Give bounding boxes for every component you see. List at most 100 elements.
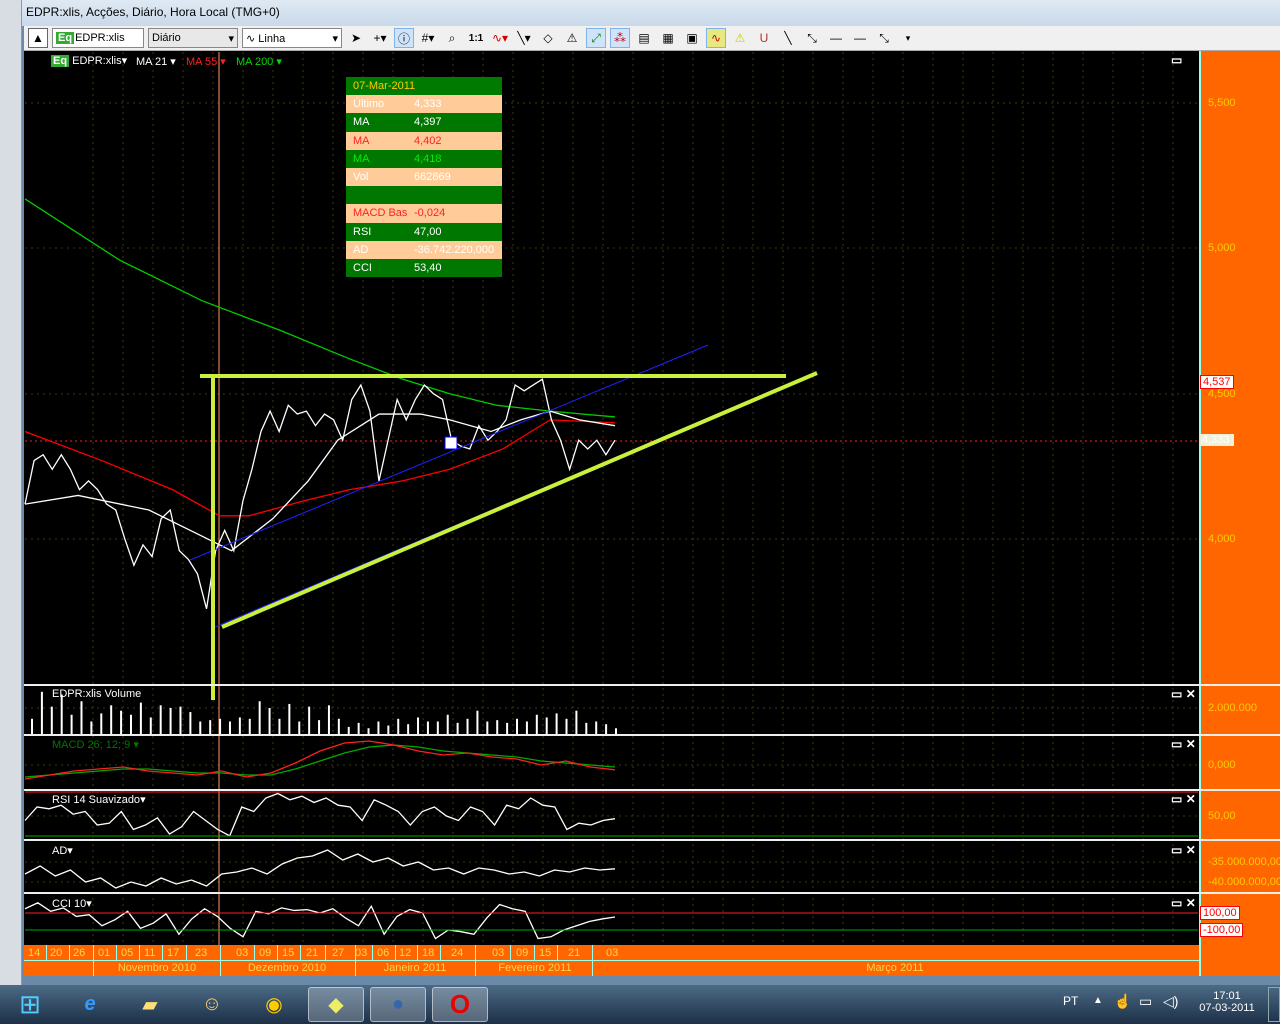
volume-bar (318, 720, 321, 735)
volume-bar (525, 721, 528, 735)
indicator-series (24, 691, 617, 940)
date-separator (325, 945, 326, 960)
month-label: Março 2011 (866, 962, 924, 974)
legend-symbol[interactable]: Eq EDPR:xlis▾ (51, 54, 127, 67)
info-row: MACD Bas -0,024 (346, 204, 502, 223)
file-explorer-icon[interactable]: ▰ (122, 987, 178, 1022)
trading-app-icon[interactable]: ● (370, 987, 426, 1022)
info-label: MACD Bas (353, 207, 408, 220)
date-axis[interactable]: 14 20 26 01 05 11 17 23 03 09 15 21 27 03 06 12 18 24 03 09… (24, 945, 1199, 976)
panel-divider[interactable] (24, 684, 1280, 686)
taskbar-app-icon[interactable]: ◆ (308, 987, 364, 1022)
date-tick: 18 (422, 947, 435, 959)
price-tick: 5,500 (1208, 97, 1236, 109)
event-marker-icon[interactable] (444, 436, 458, 450)
date-separator (300, 945, 301, 960)
start-button-icon[interactable]: ⊞ (2, 987, 58, 1022)
grid-lines (25, 52, 1198, 945)
volume-bar (199, 721, 202, 735)
volume-tick: 2.000.000 (1208, 702, 1257, 714)
panel-divider[interactable] (24, 892, 1280, 894)
show-desktop-button[interactable] (1268, 987, 1280, 1022)
month-separator (355, 960, 356, 976)
month-label: Dezembro 2010 (247, 962, 327, 974)
ma21-line (24, 410, 616, 552)
cci-panel-title[interactable]: CCI 10▾ (52, 897, 92, 910)
date-separator (162, 945, 163, 960)
volume-bar (555, 713, 558, 735)
close-icon[interactable]: ✕ (1186, 792, 1196, 806)
volume-bar (60, 694, 63, 735)
close-icon[interactable]: ✕ (1186, 843, 1196, 857)
internet-explorer-icon[interactable]: e (62, 987, 118, 1022)
date-separator (395, 945, 396, 960)
date-separator (46, 945, 47, 960)
user-app-icon[interactable]: ☺ (184, 987, 240, 1022)
language-indicator[interactable]: PT (1063, 994, 1078, 1008)
volume-bar (80, 701, 83, 735)
date-separator (69, 945, 70, 960)
media-player-icon[interactable]: ◉ (246, 987, 302, 1022)
date-tick: 27 (332, 947, 345, 959)
volume-bar (268, 708, 271, 735)
panel-buttons: ▭ ✕ (1171, 687, 1196, 701)
date-separator (254, 945, 255, 960)
info-row: Último 4,333 (346, 95, 502, 114)
volume-bar (288, 703, 291, 735)
info-value: -36.742.220,000 (414, 243, 495, 256)
date-axis-divider (24, 960, 1199, 961)
tray-app-icon[interactable]: ☝ (1114, 993, 1131, 1010)
volume-bar (209, 720, 212, 735)
volume-bar (426, 721, 429, 735)
date-tick: 03 (492, 947, 505, 959)
close-icon[interactable]: ✕ (1186, 687, 1196, 701)
opera-icon[interactable]: O (432, 987, 488, 1022)
ad-panel-title[interactable]: AD▾ (52, 844, 73, 857)
legend-ma21[interactable]: MA 21 ▾ (136, 55, 176, 68)
info-row: AD -36.742.220,000 (346, 240, 502, 259)
volume-panel-title: EDPR:xlis Volume (52, 688, 142, 700)
clock-date: 07-03-2011 (1199, 1002, 1255, 1014)
volume-bar (466, 718, 469, 735)
panel-buttons: ▭ ✕ (1171, 792, 1196, 806)
volume-bar (248, 718, 251, 735)
date-tick: 11 (144, 947, 156, 959)
info-value: 4,333 (414, 98, 442, 111)
maximize-icon[interactable]: ▭ (1171, 737, 1182, 751)
clock[interactable]: 17:01 07-03-2011 (1197, 990, 1257, 1014)
macd-panel-title[interactable]: MACD 26; 12; 9 ▾ (52, 738, 139, 751)
info-value: 53,40 (414, 261, 442, 274)
network-icon[interactable]: ▭ (1139, 993, 1152, 1010)
close-icon[interactable]: ✕ (1186, 896, 1196, 910)
clock-time: 17:01 (1213, 990, 1241, 1002)
panel-divider[interactable] (24, 734, 1280, 736)
volume-bar (308, 706, 311, 735)
volume-icon[interactable]: ◁) (1163, 993, 1178, 1010)
legend-ma55[interactable]: MA 55 ▾ (186, 55, 226, 68)
price-tick: 5,000 (1208, 242, 1236, 254)
close-icon[interactable]: ✕ (1186, 737, 1196, 751)
ad-tick: -40.000.000,00 (1208, 876, 1280, 888)
legend-ma200[interactable]: MA 200 ▾ (236, 55, 282, 68)
date-separator (440, 945, 441, 960)
maximize-icon[interactable]: ▭ (1171, 843, 1182, 857)
volume-bar (129, 714, 132, 735)
panel-divider[interactable] (24, 789, 1280, 791)
show-hidden-icons-icon[interactable]: ▲ (1093, 995, 1103, 1006)
maximize-icon[interactable]: ▭ (1171, 896, 1182, 910)
maximize-icon[interactable]: ▭ (1171, 792, 1182, 806)
support-trend-line[interactable] (221, 371, 818, 629)
maximize-panel-icon[interactable]: ▭ (1171, 53, 1182, 67)
ad-tick: -35.000.000,00 (1208, 856, 1280, 868)
taskbar: ⊞ e ▰ ☺ ◉ ◆ ● O PT ▲ ☝ ▭ ◁) 17:01 07-03-2… (0, 985, 1280, 1024)
date-separator (220, 945, 221, 960)
volume-bar (70, 714, 73, 735)
info-label: CCI (353, 261, 372, 274)
date-separator (93, 945, 94, 960)
rsi-panel-title[interactable]: RSI 14 Suavizado▾ (52, 793, 146, 806)
volume-bar (575, 710, 578, 735)
panel-divider[interactable] (24, 839, 1280, 841)
info-value: 662869 (414, 171, 451, 184)
maximize-icon[interactable]: ▭ (1171, 687, 1182, 701)
price-series (24, 198, 616, 609)
